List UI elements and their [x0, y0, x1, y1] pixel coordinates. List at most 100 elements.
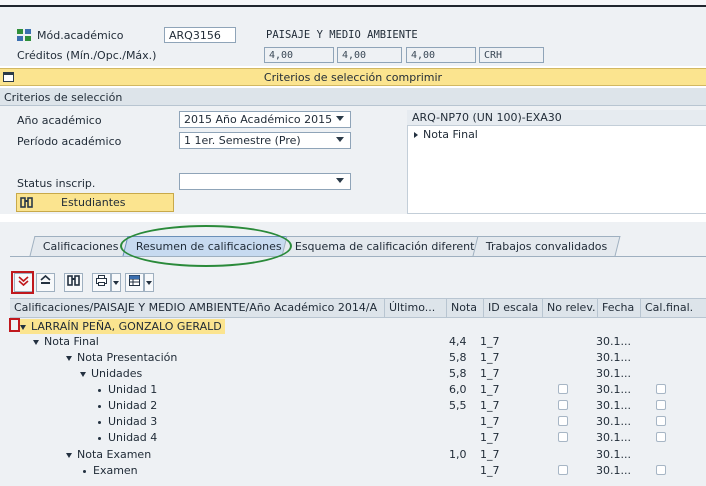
expand-arrow-icon[interactable]: [66, 355, 72, 361]
row-label: LARRAÍN PEÑA, GONZALO GERALD: [31, 320, 222, 333]
status-dropdown[interactable]: [179, 173, 351, 190]
row-label: Nota Final: [44, 335, 99, 348]
fecha-cell: 30.1...: [596, 351, 631, 364]
col-id-escala[interactable]: ID escala: [483, 299, 542, 317]
find-icon[interactable]: [64, 273, 83, 292]
table-row[interactable]: Unidad 4 1_7 30.1...: [10, 430, 706, 445]
expand-arrow-icon[interactable]: [80, 371, 86, 377]
no-relev-checkbox[interactable]: [558, 384, 568, 394]
col-nota[interactable]: Nota: [446, 299, 483, 317]
cal-final-checkbox[interactable]: [656, 416, 666, 426]
chevron-down-icon[interactable]: [336, 137, 344, 142]
escala-cell: 1_7: [480, 448, 500, 461]
annotation-red-box-row: [9, 318, 20, 332]
bullet-icon: [98, 388, 101, 392]
expand-arrow-icon[interactable]: [66, 452, 72, 458]
cred-opc-field: 4,00: [337, 47, 402, 63]
collapse-all-icon[interactable]: [36, 273, 55, 292]
col-no-relev[interactable]: No relev.: [542, 299, 597, 317]
tab-calificaciones[interactable]: Calificaciones: [29, 236, 133, 256]
escala-cell: 1_7: [480, 351, 500, 364]
periodo-dropdown[interactable]: 1 1er. Semestre (Pre): [179, 132, 351, 149]
annotation-red-box-toolbar: [11, 271, 34, 294]
escala-cell: 1_7: [480, 399, 500, 412]
nota-cell: 4,4: [449, 335, 467, 348]
cred-max-field: 4,00: [406, 47, 476, 63]
table-row[interactable]: Nota Final 4,4 1_7 30.1...: [10, 334, 706, 349]
print-menu-chevron-icon[interactable]: [111, 273, 121, 292]
escala-cell: 1_7: [480, 335, 500, 348]
chevron-down-icon[interactable]: [336, 116, 344, 121]
find-icon: [20, 196, 33, 209]
col-calificaciones[interactable]: Calificaciones/PAISAJE Y MEDIO AMBIENTE/…: [10, 299, 384, 317]
fecha-cell: 30.1...: [596, 431, 631, 444]
row-label: Nota Examen: [77, 448, 152, 461]
print-icon[interactable]: [92, 273, 111, 292]
fecha-cell: 30.1...: [596, 415, 631, 428]
cal-final-checkbox[interactable]: [656, 465, 666, 475]
table-row[interactable]: Unidad 1 6,0 1_7 30.1...: [10, 382, 706, 397]
fecha-cell: 30.1...: [596, 448, 631, 461]
table-row[interactable]: Unidad 2 5,5 1_7 30.1...: [10, 398, 706, 413]
col-fecha[interactable]: Fecha: [597, 299, 640, 317]
criteria-section-title: Criterios de selección: [4, 91, 123, 104]
table-row[interactable]: Nota Presentación 5,8 1_7 30.1...: [10, 350, 706, 365]
row-label: Unidad 1: [108, 383, 158, 396]
status-label: Status inscrip.: [17, 177, 96, 190]
anio-label: Año académico: [17, 114, 102, 127]
row-label: Unidad 2: [108, 399, 158, 412]
modulo-name: PAISAJE Y MEDIO AMBIENTE: [266, 29, 418, 41]
creditos-label: Créditos (Mín./Opc./Máx.): [17, 49, 157, 62]
fecha-cell: 30.1...: [596, 464, 631, 477]
expand-arrow-icon[interactable]: [33, 339, 39, 345]
cred-min-field: 4,00: [264, 47, 334, 63]
cal-final-checkbox[interactable]: [656, 432, 666, 442]
table-row[interactable]: LARRAÍN PEÑA, GONZALO GERALD: [10, 319, 706, 334]
structure-item[interactable]: Nota Final: [414, 128, 478, 141]
structure-panel-title: ARQ-NP70 (UN 100)-EXA30: [412, 111, 562, 124]
bullet-icon: [98, 404, 101, 408]
nota-cell: 6,0: [449, 383, 467, 396]
nota-cell: 5,5: [449, 399, 467, 412]
no-relev-checkbox[interactable]: [558, 432, 568, 442]
criteria-collapse-bar[interactable]: Criterios de selección comprimir: [0, 68, 706, 86]
cred-unit-field: CRH: [479, 47, 544, 63]
bullet-icon: [83, 469, 86, 473]
table-row[interactable]: Unidad 3 1_7 30.1...: [10, 414, 706, 429]
tab-strip-line: [10, 256, 706, 257]
tab-esquema-calificacion[interactable]: Esquema de calificación diferente: [281, 236, 495, 256]
annotation-ellipse: [120, 225, 292, 267]
no-relev-checkbox[interactable]: [558, 465, 568, 475]
row-label: Examen: [93, 464, 138, 477]
criteria-bar-title: Criterios de selección comprimir: [263, 71, 443, 84]
col-ultimo[interactable]: Último...: [384, 299, 446, 317]
escala-cell: 1_7: [480, 415, 500, 428]
table-row[interactable]: Nota Examen 1,0 1_7 30.1...: [10, 447, 706, 462]
no-relev-checkbox[interactable]: [558, 400, 568, 410]
tab-trabajos-convalidados[interactable]: Trabajos convalidados: [472, 236, 621, 256]
periodo-label: Período académico: [17, 135, 122, 148]
structure-panel-header: ARQ-NP70 (UN 100)-EXA30: [407, 110, 706, 126]
no-relev-checkbox[interactable]: [558, 416, 568, 426]
modulo-field[interactable]: ARQ3156: [164, 27, 236, 43]
escala-cell: 1_7: [480, 464, 500, 477]
chevron-down-icon[interactable]: [336, 178, 344, 183]
layout-icon[interactable]: [125, 273, 144, 292]
row-label: Unidad 3: [108, 415, 158, 428]
col-cal-final[interactable]: Cal.final.: [640, 299, 706, 317]
anio-dropdown[interactable]: 2015 Año Académico 2015: [179, 111, 351, 128]
estudiantes-button[interactable]: Estudiantes: [16, 193, 174, 212]
row-label: Nota Presentación: [77, 351, 178, 364]
nota-cell: 5,8: [449, 351, 467, 364]
cal-final-checkbox[interactable]: [656, 384, 666, 394]
bullet-icon: [98, 436, 101, 440]
criteria-section-header: Criterios de selección: [0, 88, 706, 106]
layout-menu-chevron-icon[interactable]: [144, 273, 154, 292]
escala-cell: 1_7: [480, 431, 500, 444]
expand-arrow-icon[interactable]: [414, 132, 418, 138]
expand-arrow-icon[interactable]: [20, 324, 26, 330]
table-row[interactable]: Examen 1_7 30.1...: [10, 463, 706, 478]
cal-final-checkbox[interactable]: [656, 400, 666, 410]
table-row[interactable]: Unidades 5,8 1_7 30.1...: [10, 366, 706, 381]
fecha-cell: 30.1...: [596, 383, 631, 396]
